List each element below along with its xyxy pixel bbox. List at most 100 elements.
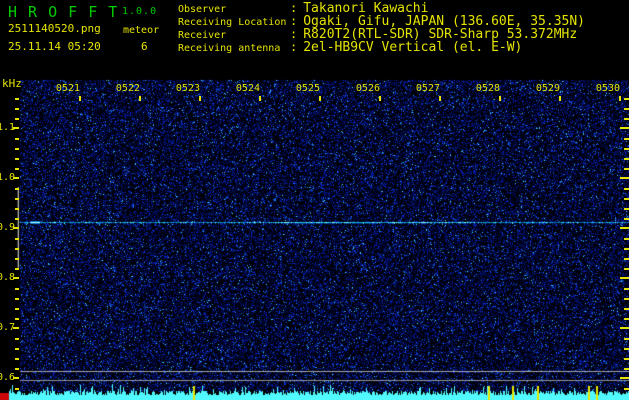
filename-label: 2511140520.png <box>8 22 101 35</box>
freq-major-tick <box>13 177 19 179</box>
app-version: 1.0.0 <box>122 6 158 17</box>
freq-minor-tick <box>15 218 19 220</box>
freq-tick-label: 0.6 <box>0 372 16 383</box>
time-tick-mark <box>499 96 501 101</box>
station-info-label: Receiver <box>178 30 227 41</box>
freq-minor-tick <box>624 338 629 340</box>
time-tick-mark <box>139 96 141 101</box>
freq-major-tick <box>13 327 19 329</box>
freq-minor-tick <box>15 118 19 120</box>
freq-major-tick <box>620 277 629 279</box>
time-tick-label: 0521 <box>55 83 80 94</box>
time-tick-mark <box>559 96 561 101</box>
freq-major-tick <box>13 277 19 279</box>
mode-label: meteor <box>123 25 160 36</box>
freq-major-tick <box>620 327 629 329</box>
freq-minor-tick <box>624 318 629 320</box>
freq-minor-tick <box>15 308 19 310</box>
station-info-colon: : <box>290 40 298 54</box>
freq-major-tick <box>620 177 629 179</box>
freq-minor-tick <box>624 168 629 170</box>
freq-major-tick <box>620 377 629 379</box>
freq-minor-tick <box>15 198 19 200</box>
time-tick-mark <box>259 96 261 101</box>
datetime-label: 25.11.14 05:20 <box>8 40 101 53</box>
time-tick-mark <box>619 96 621 101</box>
freq-minor-tick <box>624 188 629 190</box>
freq-minor-tick <box>624 98 629 100</box>
freq-minor-tick <box>624 238 629 240</box>
time-tick-mark <box>319 96 321 101</box>
time-tick-label: 0525 <box>295 83 320 94</box>
station-info-value: 2el-HB9CV Vertical (el. E-W) <box>303 40 523 55</box>
freq-tick-label: 0.7 <box>0 322 16 333</box>
time-tick-mark <box>79 96 81 101</box>
time-tick-label: 0523 <box>175 83 200 94</box>
freq-minor-tick <box>15 138 19 140</box>
freq-minor-tick <box>15 338 19 340</box>
freq-tick-label: 1.0 <box>0 172 16 183</box>
freq-major-tick <box>620 127 629 129</box>
spectrogram-canvas <box>0 0 629 400</box>
station-info-label: Receiving antenna <box>178 43 281 54</box>
station-info-label: Observer <box>178 4 227 15</box>
freq-minor-tick <box>15 348 19 350</box>
freq-minor-tick <box>15 188 19 190</box>
freq-minor-tick <box>15 108 19 110</box>
echo-count: 6 <box>141 40 148 53</box>
freq-axis-unit-label: kHz <box>2 77 22 90</box>
freq-minor-tick <box>624 368 629 370</box>
time-tick-mark <box>379 96 381 101</box>
freq-major-tick <box>13 127 19 129</box>
freq-minor-tick <box>15 388 19 390</box>
station-info-label: Receiving Location <box>178 17 287 28</box>
time-tick-label: 0522 <box>115 83 140 94</box>
freq-minor-tick <box>624 268 629 270</box>
freq-minor-tick <box>624 198 629 200</box>
freq-minor-tick <box>624 108 629 110</box>
freq-tick-label: 1.1 <box>0 122 16 133</box>
freq-minor-tick <box>624 218 629 220</box>
freq-minor-tick <box>624 348 629 350</box>
freq-minor-tick <box>15 298 19 300</box>
freq-minor-tick <box>624 208 629 210</box>
freq-major-tick <box>620 227 629 229</box>
freq-minor-tick <box>15 158 19 160</box>
freq-minor-tick <box>15 148 19 150</box>
hrofft-screen: H R O F F T 1.0.0 2511140520.png meteor … <box>0 0 629 400</box>
freq-minor-tick <box>15 358 19 360</box>
freq-minor-tick <box>624 298 629 300</box>
freq-minor-tick <box>624 288 629 290</box>
station-info-row: Receiving antenna:2el-HB9CV Vertical (el… <box>178 40 585 55</box>
freq-minor-tick <box>15 168 19 170</box>
freq-minor-tick <box>624 138 629 140</box>
freq-major-tick <box>13 377 19 379</box>
freq-minor-tick <box>15 268 19 270</box>
time-tick-label: 0527 <box>415 83 440 94</box>
freq-minor-tick <box>15 238 19 240</box>
time-tick-mark <box>439 96 441 101</box>
freq-minor-tick <box>15 368 19 370</box>
time-tick-label: 0524 <box>235 83 260 94</box>
freq-tick-label: 0.8 <box>0 272 16 283</box>
freq-minor-tick <box>15 288 19 290</box>
freq-minor-tick <box>624 308 629 310</box>
time-tick-mark <box>199 96 201 101</box>
freq-minor-tick <box>624 118 629 120</box>
freq-minor-tick <box>15 208 19 210</box>
freq-minor-tick <box>624 148 629 150</box>
freq-minor-tick <box>15 258 19 260</box>
freq-minor-tick <box>624 388 629 390</box>
time-tick-label: 0526 <box>355 83 380 94</box>
freq-minor-tick <box>15 318 19 320</box>
time-tick-label: 0528 <box>475 83 500 94</box>
station-info: Observer: Takanori Kawachi Receiving Locat… <box>178 2 585 55</box>
freq-minor-tick <box>15 98 19 100</box>
time-tick-label: 0530 <box>595 83 620 94</box>
freq-minor-tick <box>15 248 19 250</box>
freq-minor-tick <box>624 158 629 160</box>
freq-minor-tick <box>624 258 629 260</box>
freq-minor-tick <box>624 248 629 250</box>
freq-tick-label: 0.9 <box>0 222 16 233</box>
time-tick-label: 0529 <box>535 83 560 94</box>
